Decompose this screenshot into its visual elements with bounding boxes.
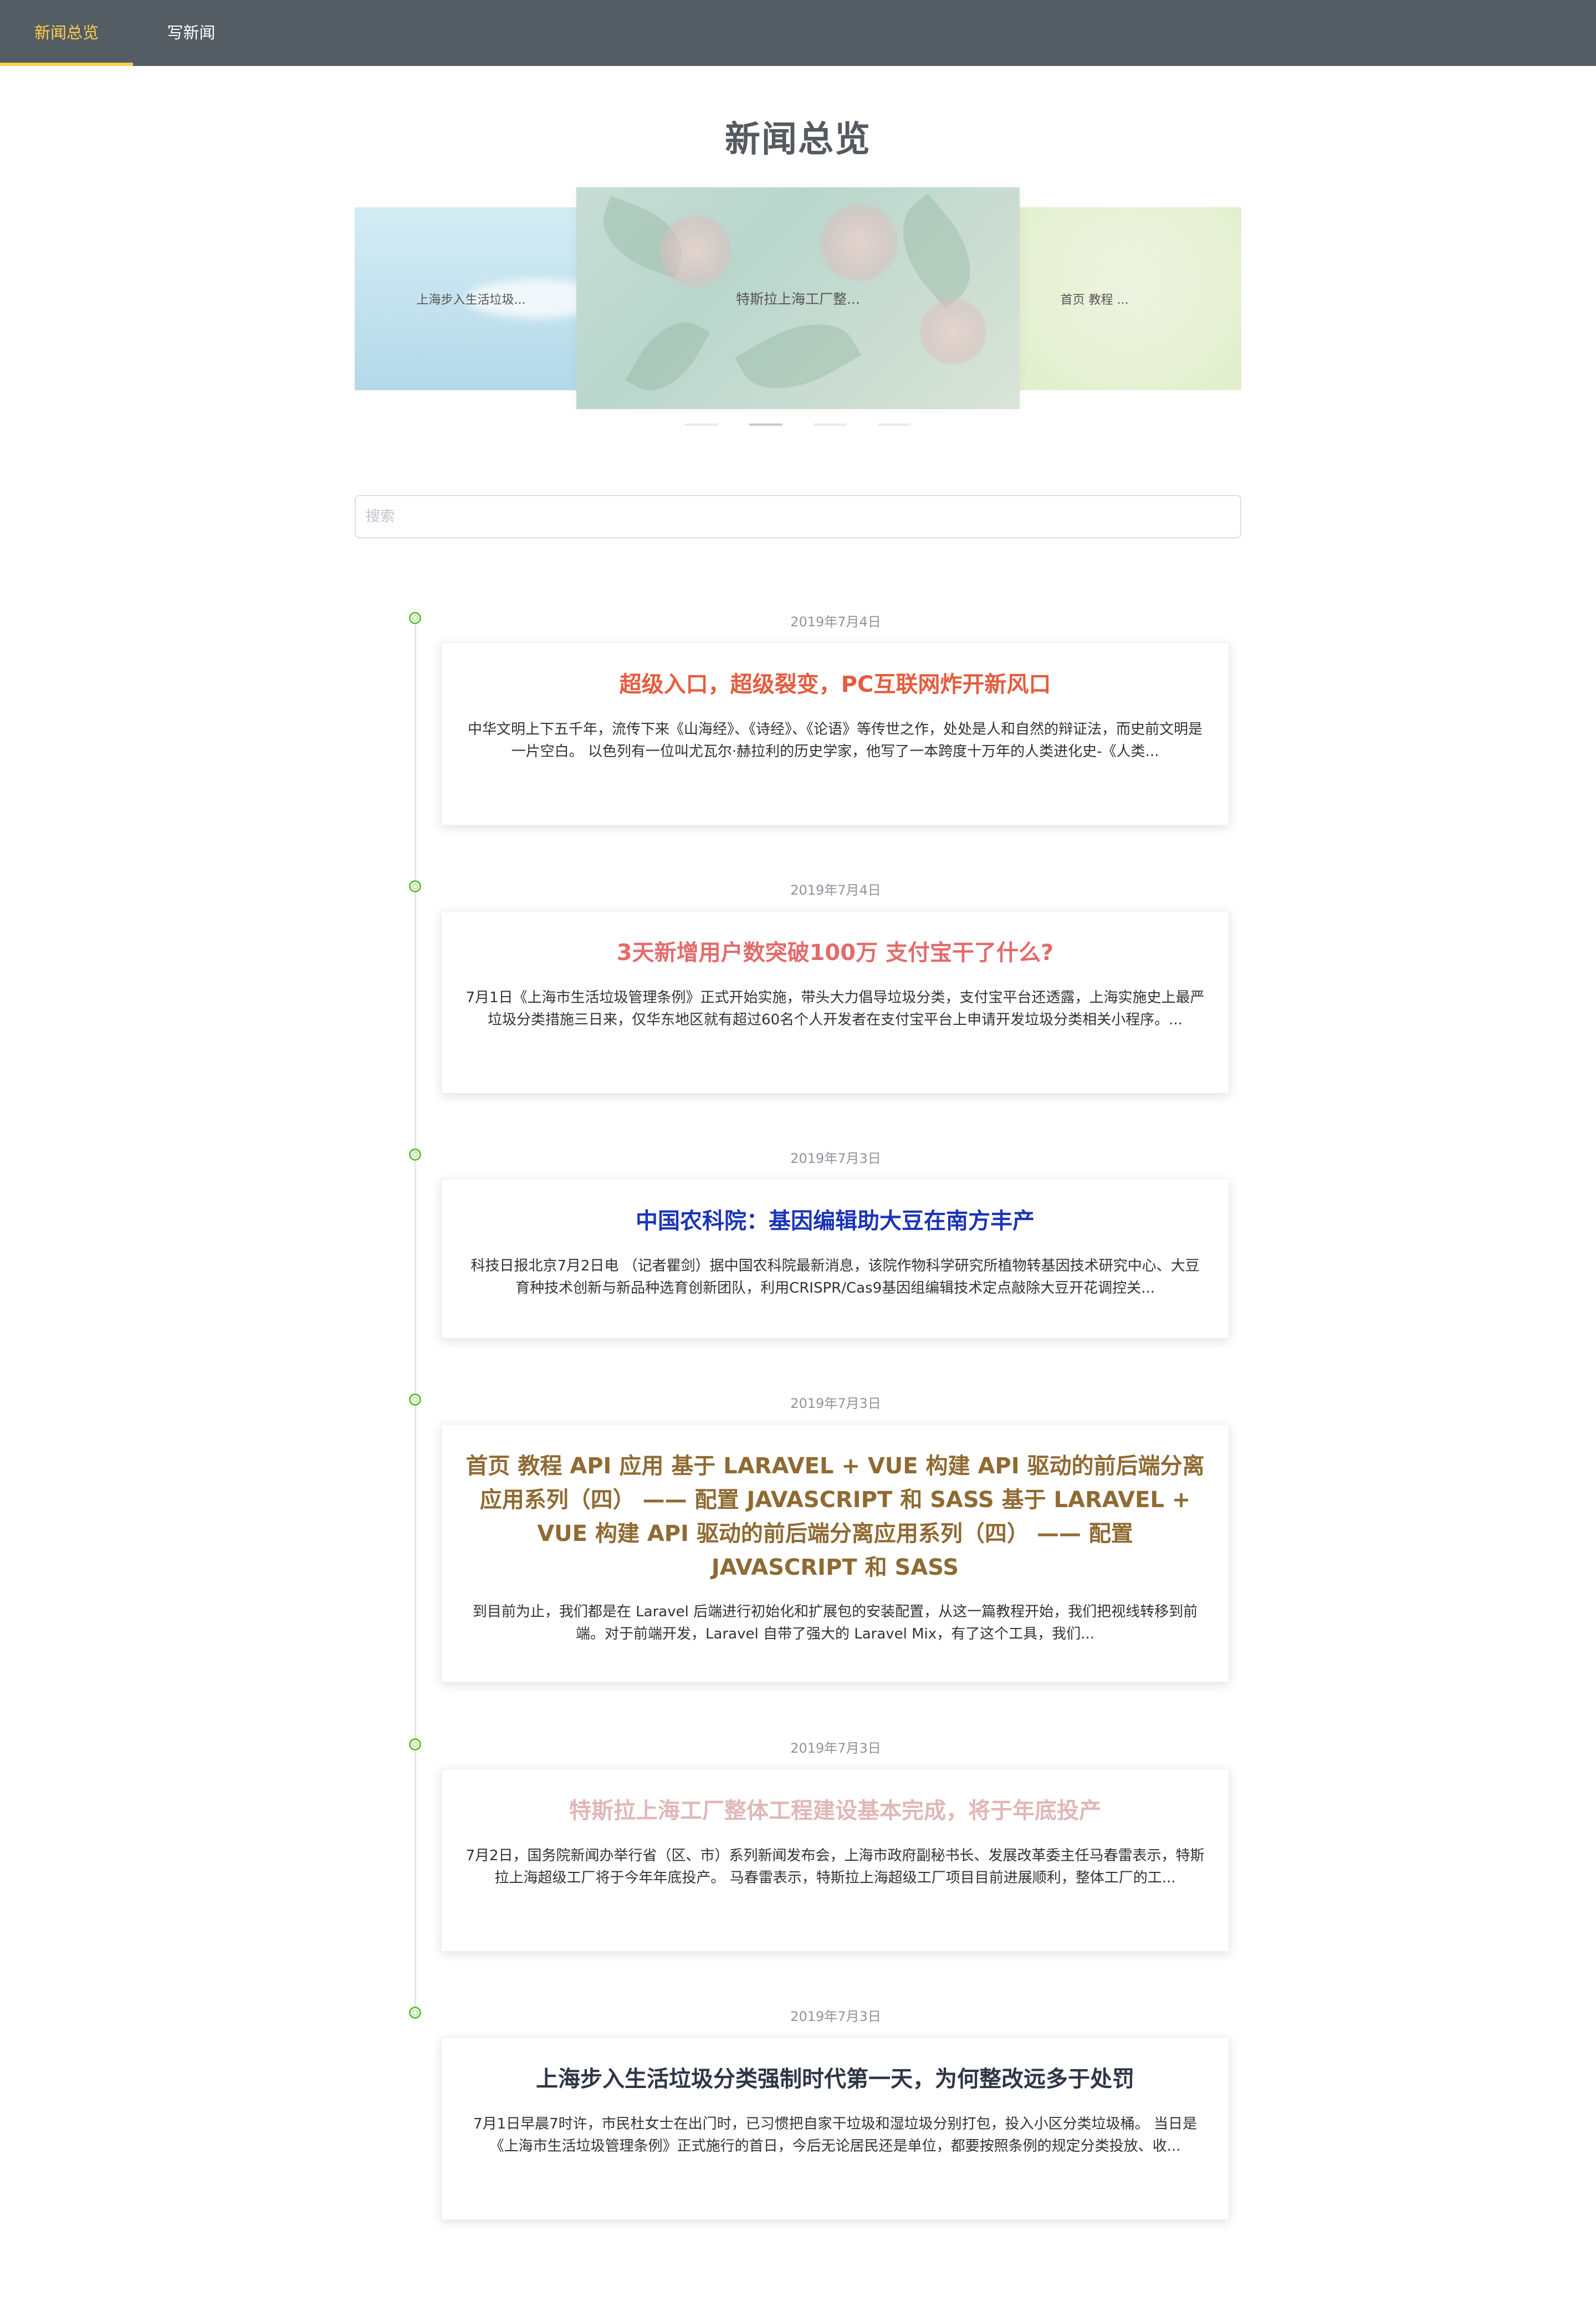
news-carousel: 上海步入生活垃圾... 首页 教程 ... 特斯拉上海工厂整...: [355, 187, 1241, 437]
carousel-slide-caption: 上海步入生活垃圾...: [416, 293, 526, 307]
carousel-indicator[interactable]: [814, 423, 847, 426]
news-title[interactable]: 特斯拉上海工厂整体工程建设基本完成，将于年底投产: [464, 1794, 1206, 1828]
news-summary: 到目前为止，我们都是在 Laravel 后端进行初始化和扩展包的安装配置，从这一…: [472, 1604, 1198, 1642]
page-title: 新闻总览: [725, 119, 871, 160]
news-card[interactable]: 中国农科院：基因编辑助大豆在南方丰产 科技日报北京7月2日电 （记者瞿剑）据中国…: [441, 1179, 1229, 1339]
leaf-decoration: [881, 193, 992, 309]
carousel-slide-caption: 首页 教程 ...: [1060, 293, 1129, 307]
nav-item-news-overview[interactable]: 新闻总览: [0, 0, 133, 66]
news-summary: 7月1日《上海市生活垃圾管理条例》正式开始实施，带头大力倡导垃圾分类，支付宝平台…: [466, 989, 1205, 1028]
news-card[interactable]: 首页 教程 API 应用 基于 LARAVEL + VUE 构建 API 驱动的…: [441, 1424, 1229, 1682]
search-input[interactable]: [356, 496, 1240, 537]
leaf-decoration: [625, 308, 710, 405]
carousel-indicator[interactable]: [878, 423, 911, 426]
top-navbar: 新闻总览 写新闻: [0, 0, 1596, 66]
news-title[interactable]: 超级入口，超级裂变，PC互联网炸开新风口: [464, 668, 1206, 702]
leaf-decoration: [734, 302, 862, 409]
timeline-date: 2019年7月3日: [790, 1396, 881, 1411]
search-box: [355, 495, 1241, 538]
news-title[interactable]: 上海步入生活垃圾分类强制时代第一天，为何整改远多于处罚: [464, 2063, 1206, 2096]
carousel-indicator[interactable]: [685, 423, 718, 426]
timeline-date: 2019年7月4日: [790, 882, 881, 898]
news-summary: 7月2日，国务院新闻办举行省（区、市）系列新闻发布会，上海市政府副秘书长、发展改…: [466, 1847, 1205, 1886]
news-summary: 7月1日早晨7时许，市民杜女士在出门时，已习惯把自家干垃圾和湿垃圾分别打包，投入…: [473, 2116, 1197, 2155]
news-summary: 科技日报北京7月2日电 （记者瞿剑）据中国农科院最新消息，该院作物科学研究所植物…: [470, 1258, 1200, 1296]
news-card[interactable]: 上海步入生活垃圾分类强制时代第一天，为何整改远多于处罚 7月1日早晨7时许，市民…: [441, 2037, 1229, 2220]
news-card[interactable]: 特斯拉上海工厂整体工程建设基本完成，将于年底投产 7月2日，国务院新闻办举行省（…: [441, 1769, 1229, 1952]
news-card[interactable]: 超级入口，超级裂变，PC互联网炸开新风口 中华文明上下五千年，流传下来《山海经》…: [441, 642, 1229, 825]
timeline-date: 2019年7月3日: [790, 2009, 881, 2024]
carousel-indicators: [355, 423, 1241, 426]
news-card[interactable]: 3天新增用户数突破100万 支付宝干了什么? 7月1日《上海市生活垃圾管理条例》…: [441, 911, 1229, 1094]
carousel-indicator-active[interactable]: [749, 423, 782, 426]
timeline-date: 2019年7月3日: [790, 1151, 881, 1166]
carousel-slide-active[interactable]: 特斯拉上海工厂整...: [576, 187, 1020, 409]
flower-decoration: [920, 298, 986, 365]
timeline-date: 2019年7月4日: [790, 614, 881, 630]
news-title[interactable]: 3天新增用户数突破100万 支付宝干了什么?: [464, 936, 1206, 970]
carousel-slide-caption: 特斯拉上海工厂整...: [736, 291, 860, 307]
timeline-date: 2019年7月3日: [790, 1740, 881, 1756]
news-summary: 中华文明上下五千年，流传下来《山海经》、《诗经》、《论语》等传世之作，处处是人和…: [467, 721, 1203, 760]
nav-item-write-news[interactable]: 写新闻: [133, 0, 249, 66]
flower-decoration: [659, 215, 732, 287]
news-title[interactable]: 首页 教程 API 应用 基于 LARAVEL + VUE 构建 API 驱动的…: [464, 1449, 1206, 1585]
timeline-line: [415, 618, 416, 2015]
flower-decoration: [820, 204, 898, 282]
news-title[interactable]: 中国农科院：基因编辑助大豆在南方丰产: [464, 1204, 1206, 1238]
